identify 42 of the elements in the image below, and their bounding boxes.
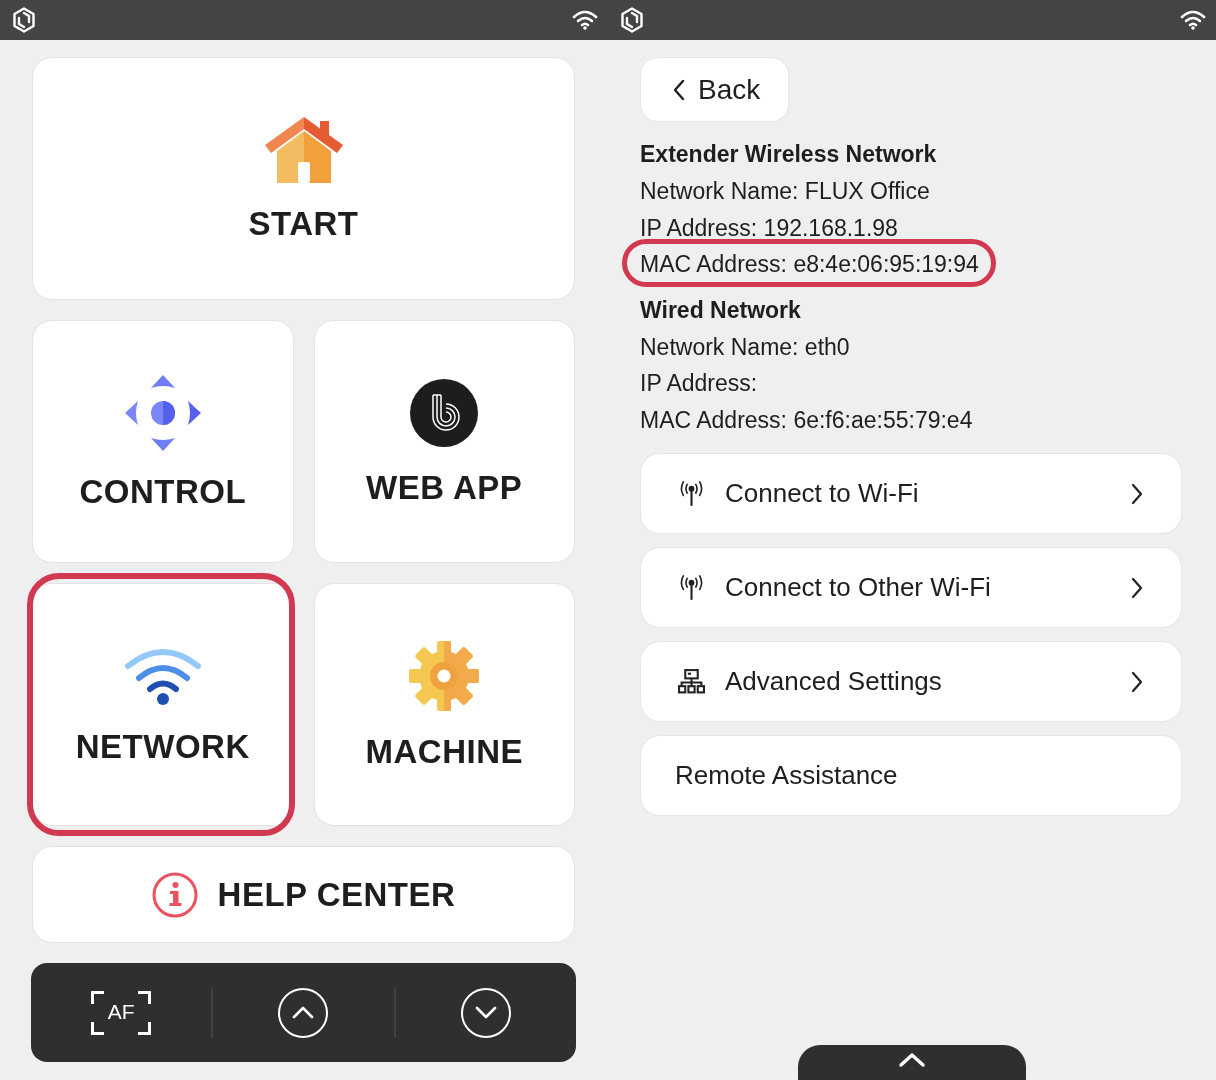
chevron-down-icon <box>474 1006 497 1019</box>
antenna-icon <box>678 575 705 600</box>
scroll-down-button[interactable] <box>460 987 511 1038</box>
b-emblem-icon <box>410 379 479 447</box>
pull-up-tab[interactable] <box>798 1045 1026 1080</box>
info-icon <box>151 871 198 918</box>
wifi-icon <box>572 10 598 30</box>
network-info-text: IP Address: <box>640 369 758 399</box>
caret-up-icon <box>898 1051 926 1068</box>
back-button[interactable]: Back <box>640 57 789 122</box>
network-info-text: IP Address: 192.168.1.98 <box>640 213 898 243</box>
help-center-button[interactable]: HELP CENTER <box>32 846 575 943</box>
chevron-up-icon <box>292 1006 315 1019</box>
menu-item[interactable]: Advanced Settings <box>640 641 1182 722</box>
start-tile[interactable]: START <box>32 57 575 300</box>
web-app-tile[interactable]: WEB APP <box>313 320 575 563</box>
network-info-text: Network Name: FLUX Office <box>640 177 930 207</box>
hexagon-logo-icon <box>12 7 36 33</box>
autofocus-button[interactable]: AF <box>91 990 152 1035</box>
menu-item[interactable]: Connect to Other Wi-Fi <box>640 547 1182 628</box>
chevron-right-icon <box>1131 670 1143 693</box>
section-heading: Wired Network <box>640 295 802 325</box>
machine-tile[interactable]: MACHINE <box>313 583 575 826</box>
chevron-left-icon <box>672 78 685 101</box>
chevron-right-icon <box>1131 482 1143 505</box>
sitemap-icon <box>678 669 705 694</box>
house-icon <box>264 117 343 183</box>
network-info-text: MAC Address: e8:4e:06:95:19:94 <box>640 250 979 280</box>
network-info-text: MAC Address: 6e:f6:ae:55:79:e4 <box>640 405 973 435</box>
scroll-up-button[interactable] <box>278 987 329 1038</box>
menu-item[interactable]: Connect to Wi-Fi <box>640 453 1182 534</box>
wifi-icon <box>123 646 202 706</box>
hexagon-logo-icon <box>620 7 644 33</box>
wifi-icon <box>1180 10 1206 30</box>
network-info-text: Network Name: eth0 <box>640 332 850 362</box>
gear-icon <box>409 641 480 711</box>
direction-pad-icon <box>124 375 201 451</box>
menu-item[interactable]: Remote Assistance <box>640 735 1182 816</box>
antenna-icon <box>678 481 705 506</box>
section-heading: Extender Wireless Network <box>640 140 938 169</box>
chevron-right-icon <box>1131 576 1143 599</box>
control-tile[interactable]: CONTROL <box>32 320 294 563</box>
